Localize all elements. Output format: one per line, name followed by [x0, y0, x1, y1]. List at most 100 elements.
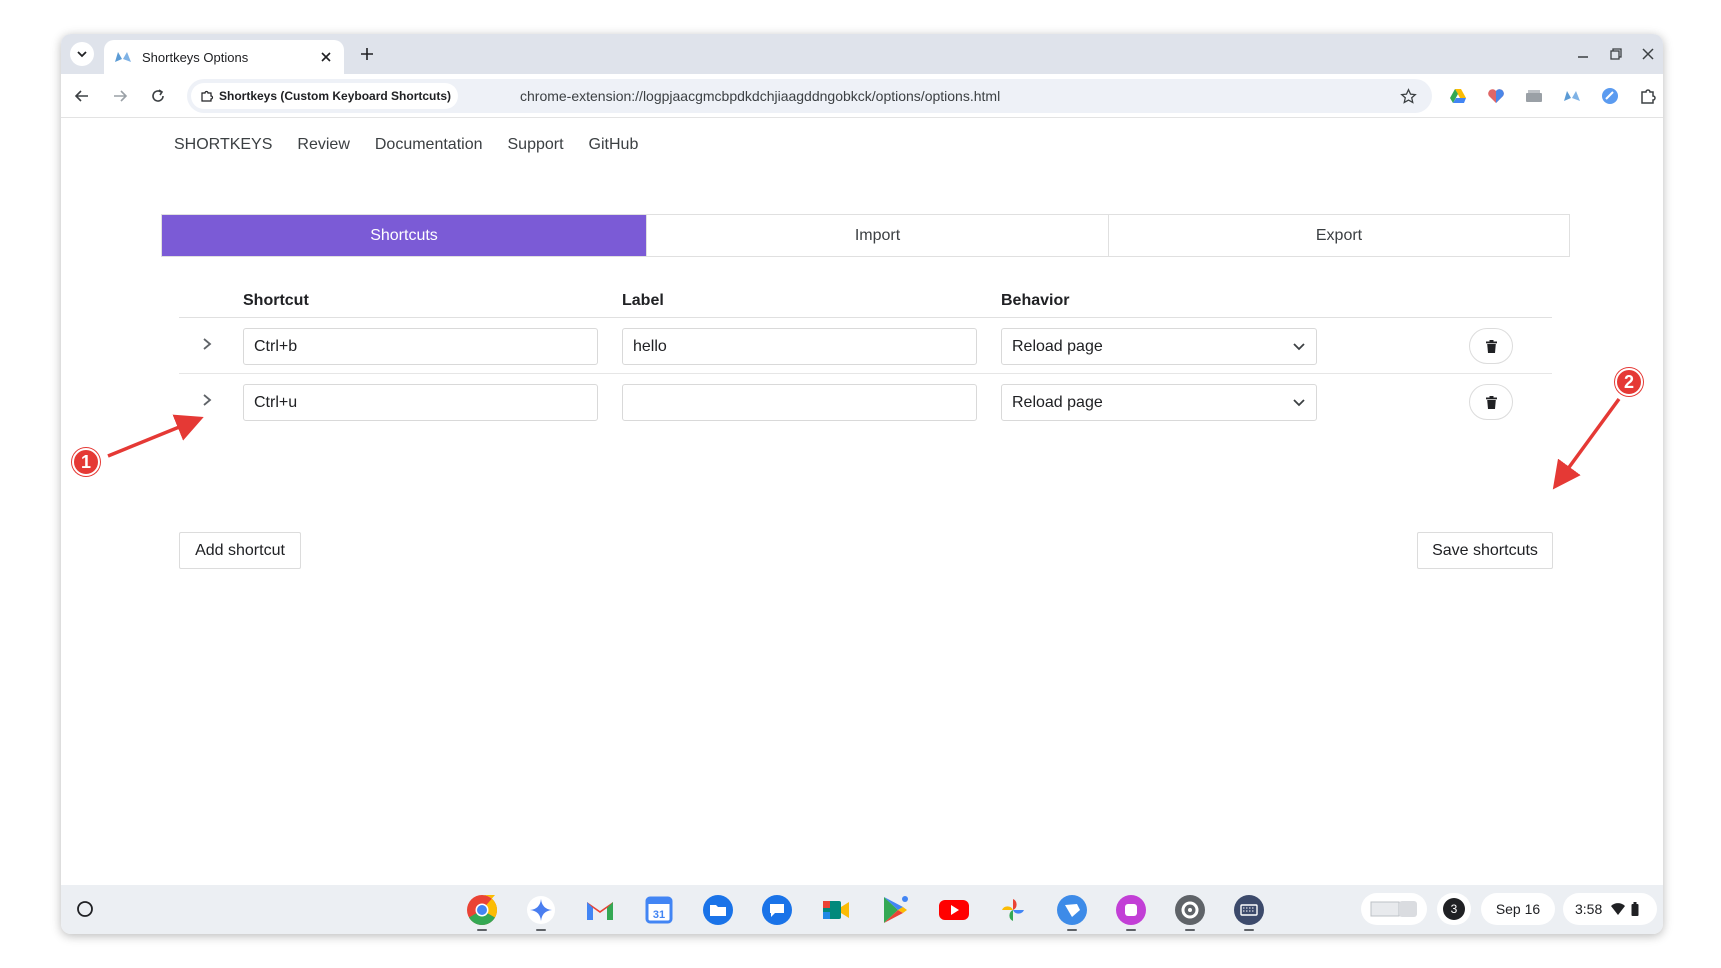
status-tray[interactable]: 3:58: [1563, 893, 1657, 925]
nav-support[interactable]: Support: [508, 136, 564, 154]
back-button[interactable]: [71, 85, 93, 107]
wifi-icon: [1611, 903, 1626, 915]
browser-window: Shortkeys Options Shortkeys (Custom Keyb…: [61, 34, 1663, 934]
holding-space-tray[interactable]: [1361, 893, 1427, 925]
new-tab-button[interactable]: [357, 44, 377, 64]
table-row: Ctrl+u Reload page: [179, 374, 1552, 430]
tab-search-button[interactable]: [70, 42, 94, 66]
extensions-puzzle-icon[interactable]: [1637, 85, 1659, 107]
shortcut-input[interactable]: Ctrl+u: [243, 384, 598, 421]
behavior-select-value: Reload page: [1012, 337, 1103, 355]
gemini-app[interactable]: [524, 893, 558, 931]
minimize-button[interactable]: [1573, 44, 1593, 64]
svg-text:31: 31: [653, 909, 665, 921]
trash-icon: [1485, 395, 1497, 409]
arrow-left-icon: [74, 90, 88, 102]
forward-button[interactable]: [109, 85, 131, 107]
options-page: SHORTKEYS Review Documentation Support G…: [61, 118, 1663, 885]
chrome-app[interactable]: [465, 893, 499, 931]
restore-button[interactable]: [1606, 44, 1626, 64]
notification-counter[interactable]: 3: [1437, 893, 1471, 925]
browser-tab[interactable]: Shortkeys Options: [104, 40, 344, 74]
site-chip[interactable]: Shortkeys (Custom Keyboard Shortcuts): [191, 83, 459, 109]
gmail-app[interactable]: [583, 893, 617, 927]
date-text: Sep 16: [1495, 901, 1541, 917]
behavior-select[interactable]: Reload page: [1001, 328, 1317, 365]
annotation-badge-2: 2: [1615, 368, 1643, 396]
battery-icon: [1631, 902, 1639, 916]
launcher-circle-icon: [77, 901, 93, 917]
play-store-app[interactable]: [878, 893, 912, 927]
gear-icon: [1175, 895, 1205, 925]
nav-github[interactable]: GitHub: [589, 136, 639, 154]
puzzle-icon: [201, 90, 214, 102]
shortcuts-table-header: Shortcut Label Behavior: [179, 288, 1552, 318]
delete-shortcut-button[interactable]: [1469, 384, 1513, 420]
date-tray[interactable]: Sep 16: [1481, 893, 1555, 925]
youtube-app[interactable]: [937, 893, 971, 927]
google-drive-icon[interactable]: [1447, 85, 1469, 107]
chrome-icon: [467, 895, 498, 926]
reload-button[interactable]: [147, 85, 169, 107]
shortkeys-extension-icon[interactable]: [1561, 85, 1583, 107]
screenshot-thumbnail-icon: [1370, 901, 1417, 917]
shortkeys-favicon-icon: [114, 50, 132, 64]
calendar-app[interactable]: 31: [642, 893, 676, 927]
messages-app[interactable]: [760, 893, 794, 927]
photos-app[interactable]: [996, 893, 1030, 927]
cast-extension-icon[interactable]: [1523, 85, 1545, 107]
close-window-button[interactable]: [1638, 44, 1658, 64]
address-bar[interactable]: Shortkeys (Custom Keyboard Shortcuts) ch…: [187, 79, 1432, 113]
keyboard-app[interactable]: [1232, 893, 1266, 931]
tab-import[interactable]: Import: [646, 215, 1108, 256]
tab-strip: Shortkeys Options: [61, 34, 1663, 74]
tab-title: Shortkeys Options: [142, 49, 249, 65]
tab-export[interactable]: Export: [1108, 215, 1569, 256]
label-input[interactable]: [622, 384, 977, 421]
label-input[interactable]: hello: [622, 328, 977, 365]
nav-documentation[interactable]: Documentation: [375, 136, 483, 154]
url-text: chrome-extension://logpjaacgmcbpdkdchjia…: [520, 88, 1001, 104]
header-label: Label: [622, 292, 664, 309]
youtube-icon: [939, 900, 969, 920]
bookmark-star-icon[interactable]: [1398, 86, 1418, 106]
minimize-icon: [1578, 56, 1588, 58]
play-icon: [884, 896, 908, 923]
nav-shortkeys[interactable]: SHORTKEYS: [174, 136, 272, 154]
time-text: 3:58: [1575, 901, 1603, 917]
bird-icon: [1057, 895, 1087, 925]
chat-icon: [762, 895, 792, 925]
delete-shortcut-button[interactable]: [1469, 328, 1513, 364]
launcher-button[interactable]: [74, 898, 96, 920]
close-tab-icon[interactable]: [318, 49, 334, 65]
top-navigation: SHORTKEYS Review Documentation Support G…: [174, 136, 663, 154]
purple-app[interactable]: [1114, 893, 1148, 931]
heart-extension-icon[interactable]: [1485, 85, 1507, 107]
blue-bird-app[interactable]: [1055, 893, 1089, 931]
expand-row-chevron-icon[interactable]: [197, 334, 217, 354]
nav-review[interactable]: Review: [297, 136, 349, 154]
header-shortcut: Shortcut: [243, 292, 309, 309]
plus-icon: [361, 48, 373, 60]
add-shortcut-button[interactable]: Add shortcut: [179, 532, 301, 569]
expand-row-chevron-icon[interactable]: [197, 390, 217, 410]
files-app[interactable]: [701, 893, 735, 927]
keyboard-icon: [1234, 895, 1264, 925]
save-shortcuts-button[interactable]: Save shortcuts: [1417, 532, 1553, 569]
notification-count: 3: [1443, 898, 1465, 920]
meet-app[interactable]: [819, 893, 853, 927]
video-camera-icon: [823, 901, 849, 919]
shortcut-input[interactable]: Ctrl+b: [243, 328, 598, 365]
tab-shortcuts[interactable]: Shortcuts: [162, 215, 646, 256]
trash-icon: [1485, 339, 1497, 353]
annotation-badge-1: 1: [72, 448, 100, 476]
blue-circle-extension-icon[interactable]: [1599, 85, 1621, 107]
pinwheel-icon: [1002, 899, 1024, 921]
settings-app[interactable]: [1173, 893, 1207, 931]
restore-icon: [1610, 48, 1622, 60]
behavior-select[interactable]: Reload page: [1001, 384, 1317, 421]
header-behavior: Behavior: [1001, 292, 1070, 309]
chevron-down-icon: [77, 51, 87, 58]
reload-icon: [152, 89, 164, 102]
site-chip-label: Shortkeys (Custom Keyboard Shortcuts): [219, 89, 452, 103]
